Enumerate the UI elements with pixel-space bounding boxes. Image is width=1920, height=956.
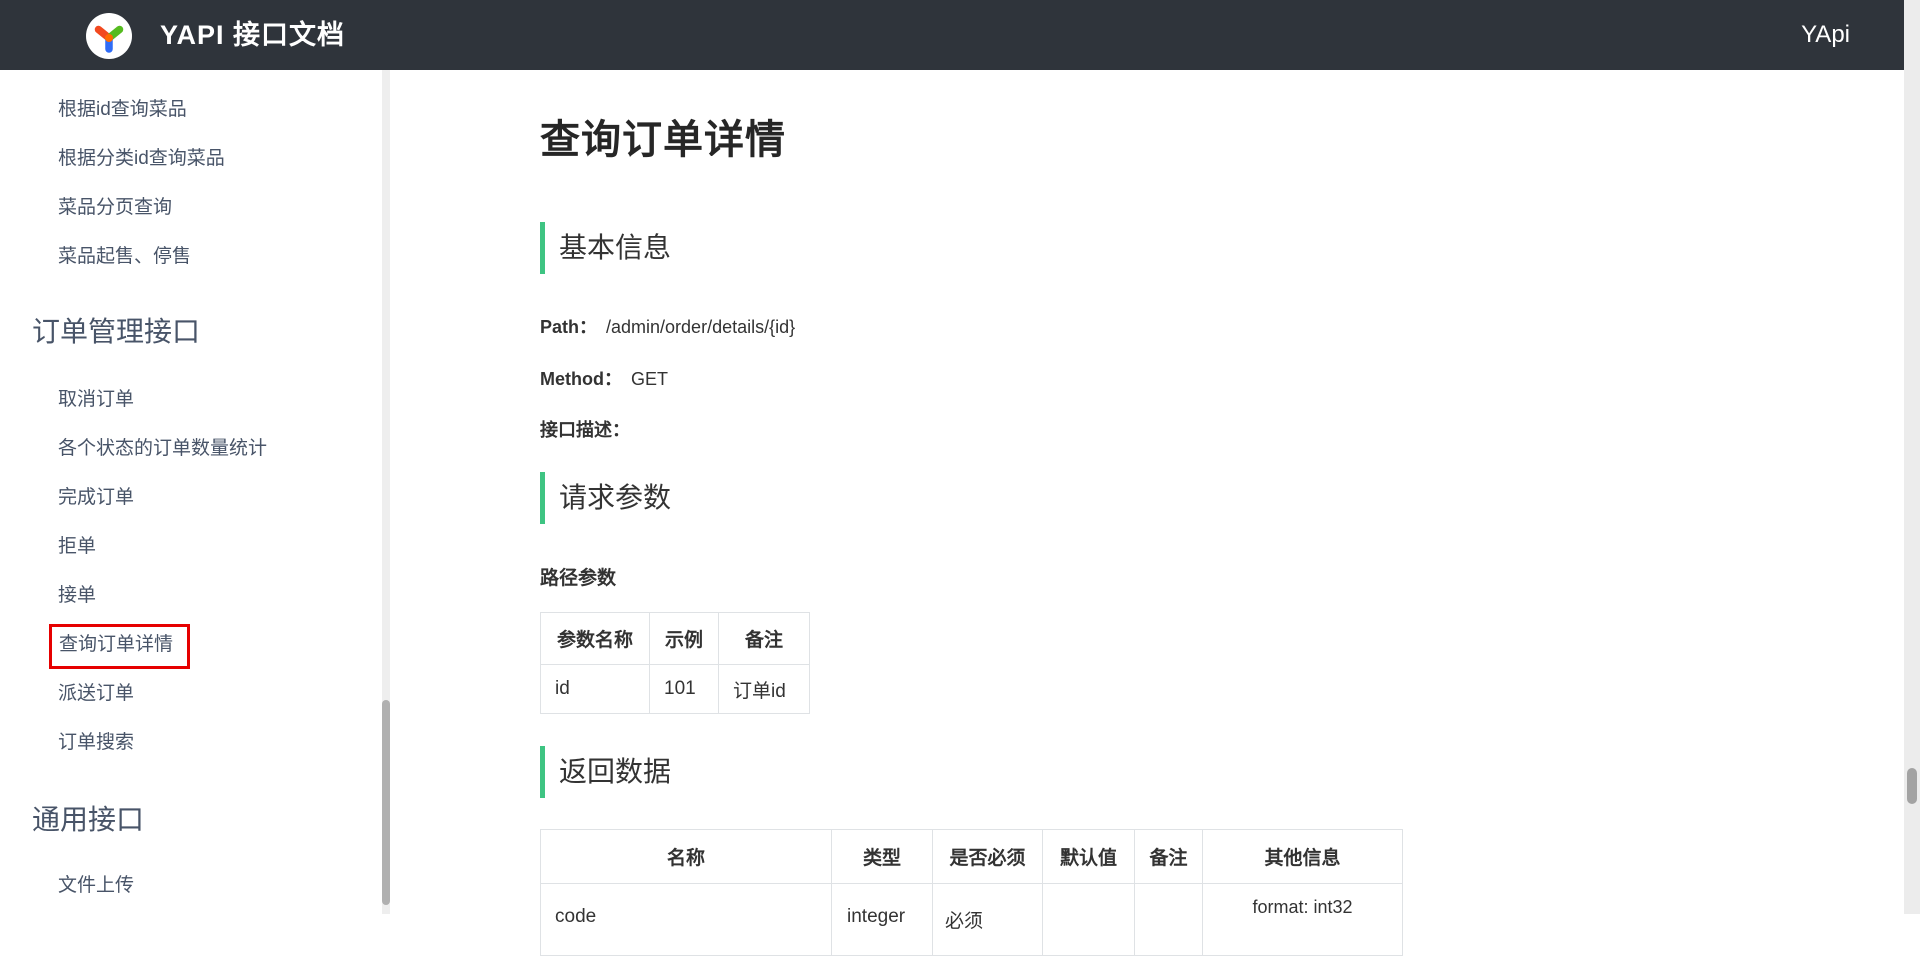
cell-remark: 订单id: [719, 665, 810, 714]
col-type: 类型: [832, 830, 933, 884]
sidebar-item-dish-page-query[interactable]: 菜品分页查询: [0, 198, 382, 218]
section-heading-response-data: 返回数据: [540, 746, 1402, 798]
description-label: 接口描述：: [540, 420, 630, 440]
section-heading-basic-info: 基本信息: [540, 222, 1402, 274]
cell-remark: [1135, 884, 1203, 956]
sidebar-section-common-api[interactable]: 通用接口: [0, 805, 382, 835]
path-value: /admin/order/details/{id}: [606, 317, 795, 337]
sidebar-item-deliver-order[interactable]: 派送订单: [0, 684, 382, 704]
cell-default: [1043, 884, 1135, 956]
sidebar-item-file-upload[interactable]: 文件上传: [0, 876, 382, 896]
sidebar-scrollbar-track[interactable]: [382, 70, 390, 914]
app-title: YAPI 接口文档: [160, 0, 345, 70]
response-table: 名称 类型 是否必须 默认值 备注 其他信息 code integer 必须 f…: [540, 829, 1403, 956]
path-params-table: 参数名称 示例 备注 id 101 订单id: [540, 612, 810, 714]
sidebar-item-accept-order[interactable]: 接单: [0, 586, 382, 606]
sidebar-item-query-order-detail-active[interactable]: 查询订单详情: [49, 624, 190, 669]
col-name: 名称: [541, 830, 832, 884]
sidebar-scrollbar-thumb[interactable]: [382, 700, 390, 905]
sidebar-item-order-status-count[interactable]: 各个状态的订单数量统计: [0, 439, 382, 459]
cell-type: integer: [832, 884, 933, 956]
path-params-subheading: 路径参数: [540, 568, 1402, 589]
table-row: code integer 必须 format: int32: [541, 884, 1403, 956]
table-row: id 101 订单id: [541, 665, 810, 714]
section-heading-request-params: 请求参数: [540, 472, 1402, 524]
app-header: YAPI 接口文档 YApi: [0, 0, 1920, 70]
sidebar-item-query-dish-by-id[interactable]: 根据id查询菜品: [0, 100, 382, 120]
sidebar-section-order-management[interactable]: 订单管理接口: [0, 317, 382, 347]
cell-required: 必须: [933, 884, 1043, 956]
yapi-logo-icon: [86, 13, 132, 59]
sidebar-item-order-search[interactable]: 订单搜索: [0, 733, 382, 753]
method-value: GET: [631, 369, 668, 389]
method-row: Method： GET: [540, 369, 1402, 389]
sidebar-item-dish-start-stop-sale[interactable]: 菜品起售、停售: [0, 247, 382, 267]
path-row: Path： /admin/order/details/{id}: [540, 317, 1402, 337]
col-remark: 备注: [719, 613, 810, 665]
method-label: Method：: [540, 369, 622, 389]
col-param-name: 参数名称: [541, 613, 650, 665]
cell-name: code: [541, 884, 832, 956]
cell-example: 101: [650, 665, 719, 714]
table-header-row: 参数名称 示例 备注: [541, 613, 810, 665]
table-header-row: 名称 类型 是否必须 默认值 备注 其他信息: [541, 830, 1403, 884]
main-content: 查询订单详情 基本信息 Path： /admin/order/details/{i…: [540, 70, 1402, 956]
cell-other-info: format: int32: [1203, 884, 1403, 956]
cell-param-name: id: [541, 665, 650, 714]
sidebar-item-complete-order[interactable]: 完成订单: [0, 488, 382, 508]
sidebar: 根据id查询菜品 根据分类id查询菜品 菜品分页查询 菜品起售、停售 订单管理接…: [0, 70, 382, 914]
sidebar-item-cancel-order[interactable]: 取消订单: [0, 390, 382, 410]
description-row: 接口描述：: [540, 420, 1402, 440]
page-title: 查询订单详情: [540, 112, 1402, 168]
sidebar-menu: 根据id查询菜品 根据分类id查询菜品 菜品分页查询 菜品起售、停售 订单管理接…: [0, 70, 382, 896]
col-remark: 备注: [1135, 830, 1203, 884]
sidebar-item-query-dish-by-category[interactable]: 根据分类id查询菜品: [0, 149, 382, 169]
col-default: 默认值: [1043, 830, 1135, 884]
col-example: 示例: [650, 613, 719, 665]
col-other-info: 其他信息: [1203, 830, 1403, 884]
page-scrollbar-thumb[interactable]: [1907, 768, 1917, 804]
yapi-home-link[interactable]: YApi: [1801, 0, 1850, 70]
col-required: 是否必须: [933, 830, 1043, 884]
sidebar-item-reject-order[interactable]: 拒单: [0, 537, 382, 557]
page-scrollbar-track[interactable]: [1904, 0, 1920, 914]
path-label: Path：: [540, 317, 597, 337]
